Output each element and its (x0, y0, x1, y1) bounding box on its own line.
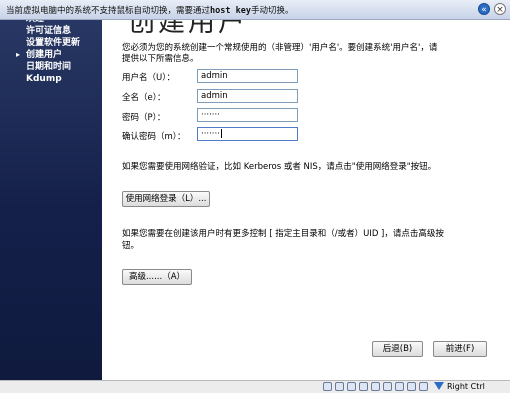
fullname-input[interactable]: admin (197, 89, 298, 103)
mouse-capture-arrow-icon[interactable] (434, 382, 444, 390)
notice-close-icon[interactable]: × (494, 3, 506, 15)
usb-icon[interactable] (371, 382, 380, 391)
advanced-button[interactable]: 高级......（A） (122, 269, 192, 285)
sidebar-steps: 欢迎 许可证信息 设置软件更新 ▸创建用户 日期和时间 Kdump (16, 13, 80, 85)
cpu-icon[interactable] (419, 382, 428, 391)
username-label: 用户名（U）： (122, 73, 175, 83)
floppy-icon[interactable] (347, 382, 356, 391)
host-key-label: Right Ctrl (447, 382, 485, 391)
network-login-text: 如果您需要使用网络验证，比如 Kerberos 或者 NIS，请点击"使用网络登… (122, 162, 437, 172)
sidebar-item-date-time: 日期和时间 (16, 61, 80, 73)
fullname-value: admin (201, 91, 228, 101)
sidebar-item-software-updates: 设置软件更新 (16, 37, 80, 49)
video-capture-icon[interactable] (407, 382, 416, 391)
sidebar-item-label: 日期和时间 (26, 62, 72, 72)
notice-text: 当前虚拟电脑中的系统不支持鼠标自动切换，需要通过host key手动切换。 (6, 4, 293, 16)
confirm-password-input[interactable]: ······· (197, 127, 298, 141)
forward-button[interactable]: 前进(F) (433, 341, 487, 357)
firstboot-sidebar: 欢迎 许可证信息 设置软件更新 ▸创建用户 日期和时间 Kdump (0, 0, 102, 380)
network-icon[interactable] (359, 382, 368, 391)
notice-host-key: host key (210, 6, 251, 16)
sidebar-item-label: 许可证信息 (26, 26, 72, 36)
back-button[interactable]: 后退(B) (372, 341, 423, 357)
password-label: 密码（P）： (122, 113, 166, 123)
sidebar-item-kdump: Kdump (16, 73, 80, 85)
current-step-arrow-icon: ▸ (16, 50, 21, 59)
main-panel: 创建用户 您必须为您的系统创建一个常规使用的（非管理）'用户名'。要创建系统'用… (102, 0, 508, 380)
vm-screen[interactable]: 当前虚拟电脑中的系统不支持鼠标自动切换，需要通过host key手动切换。 « … (0, 0, 510, 393)
confirm-password-label: 确认密码（m）： (122, 132, 186, 142)
sidebar-item-label: 创建用户 (26, 50, 63, 60)
hard-disk-icon[interactable] (323, 382, 332, 391)
sidebar-item-label: 设置软件更新 (26, 38, 81, 48)
fullname-label: 全名（e）： (122, 93, 166, 103)
sidebar-item-license: 许可证信息 (16, 25, 80, 37)
advanced-text: 如果您需要在创建该用户时有更多控制 [ 指定主目录和（/或者）UID ]，请点击… (122, 229, 444, 251)
shared-folders-icon[interactable] (383, 382, 392, 391)
username-value: admin (201, 71, 228, 81)
mouse-integration-notice: 当前虚拟电脑中的系统不支持鼠标自动切换，需要通过host key手动切换。 « … (0, 0, 510, 20)
password-mask: ······· (201, 110, 220, 120)
optical-drive-icon[interactable] (335, 382, 344, 391)
sidebar-item-create-user: ▸ 创建用户 (16, 49, 80, 61)
display-icon[interactable] (395, 382, 404, 391)
network-login-button[interactable]: 使用网络登录（L）... (122, 191, 210, 207)
sidebar-item-label: Kdump (26, 74, 62, 84)
intro-text: 您必须为您的系统创建一个常规使用的（非管理）'用户名'。要创建系统'用户名'，请… (122, 43, 438, 64)
notice-info-icon[interactable]: « (478, 3, 490, 15)
text-caret (220, 129, 222, 138)
notice-text-after: 手动切换。 (250, 6, 294, 16)
password-input[interactable]: ······· (197, 108, 298, 122)
notice-text-before: 当前虚拟电脑中的系统不支持鼠标自动切换，需要通过 (6, 6, 211, 16)
confirm-password-mask: ······· (201, 129, 220, 139)
username-input[interactable]: admin (197, 69, 298, 83)
vm-statusbar: Right Ctrl (0, 380, 510, 393)
